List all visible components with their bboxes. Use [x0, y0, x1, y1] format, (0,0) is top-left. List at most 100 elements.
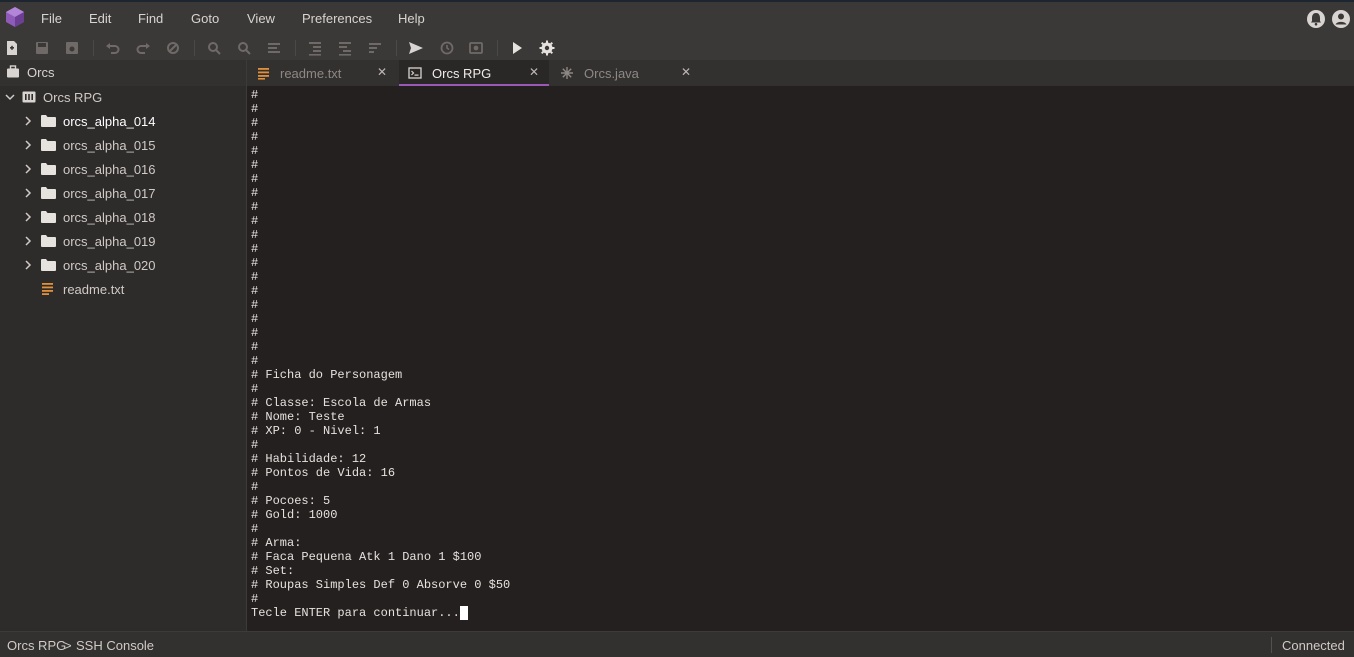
console-line: # — [251, 284, 259, 298]
chevron-right-icon[interactable] — [21, 258, 35, 272]
tree-folder-label: orcs_alpha_019 — [63, 234, 156, 249]
tab-orcs-rpg[interactable]: Orcs RPG ✕ — [399, 60, 549, 86]
find-next-icon[interactable] — [234, 38, 254, 58]
close-icon[interactable]: ✕ — [529, 65, 539, 79]
tree-folder-label: orcs_alpha_018 — [63, 210, 156, 225]
tree-folder-label: orcs_alpha_020 — [63, 258, 156, 273]
console-line: # Set: — [251, 564, 295, 578]
chevron-right-icon[interactable] — [21, 138, 35, 152]
folder-icon — [41, 163, 56, 175]
folder-icon — [41, 115, 56, 127]
tree-folder-row[interactable]: orcs_alpha_014 — [0, 110, 246, 132]
tree-file-row[interactable]: readme.txt — [0, 278, 246, 300]
tree-folder-label: orcs_alpha_017 — [63, 186, 156, 201]
history-icon[interactable] — [437, 38, 457, 58]
menu-edit[interactable]: Edit — [89, 11, 111, 26]
console-line: # — [251, 242, 259, 256]
menu-view[interactable]: View — [247, 11, 275, 26]
console-line: # — [251, 270, 259, 284]
outdent-icon[interactable] — [335, 38, 355, 58]
toolbar-divider — [396, 40, 397, 56]
tree-folder-row[interactable]: orcs_alpha_015 — [0, 134, 246, 156]
console-prompt: Tecle ENTER para continuar... — [251, 606, 460, 620]
menu-preferences[interactable]: Preferences — [302, 11, 372, 26]
tab-readme[interactable]: readme.txt ✕ — [247, 60, 397, 86]
sidebar-title: Orcs — [27, 65, 55, 80]
replace-icon[interactable] — [264, 38, 284, 58]
close-icon[interactable]: ✕ — [681, 65, 691, 79]
ssh-console[interactable]: # # # # # # # # # # # # # # # # # # # # # Ficha do Personage… — [247, 86, 1354, 631]
indent-icon[interactable] — [305, 38, 325, 58]
breadcrumb-project[interactable]: Orcs RPG — [7, 638, 66, 653]
console-line: # Gold: 1000 — [251, 508, 338, 522]
console-line: # — [251, 522, 259, 536]
folder-icon — [41, 139, 56, 151]
revert-icon[interactable] — [163, 38, 183, 58]
console-line: # Pontos de Vida: 16 — [251, 466, 396, 480]
find-icon[interactable] — [204, 38, 224, 58]
console-line: # Faca Pequena Atk 1 Dano 1 $100 — [251, 550, 482, 564]
sort-icon[interactable] — [365, 38, 385, 58]
redo-icon[interactable] — [133, 38, 153, 58]
folder-icon — [41, 211, 56, 223]
save-icon[interactable] — [32, 38, 52, 58]
console-line: # — [251, 144, 259, 158]
undo-icon[interactable] — [103, 38, 123, 58]
app-logo-icon — [6, 7, 24, 27]
chevron-right-icon[interactable] — [21, 234, 35, 248]
toolbar-divider — [93, 40, 94, 56]
text-cursor — [459, 606, 468, 620]
run-icon[interactable] — [507, 38, 527, 58]
console-line: # — [251, 438, 259, 452]
chevron-right-icon[interactable] — [21, 210, 35, 224]
terminal-icon — [408, 67, 422, 79]
breadcrumb-view[interactable]: SSH Console — [76, 638, 154, 653]
console-line: # — [251, 256, 259, 270]
tree-folder-row[interactable]: orcs_alpha_019 — [0, 230, 246, 252]
menu-help[interactable]: Help — [398, 11, 425, 26]
chevron-right-icon[interactable] — [21, 162, 35, 176]
menu-goto[interactable]: Goto — [191, 11, 219, 26]
settings-icon[interactable] — [537, 38, 557, 58]
tree-folder-row[interactable]: orcs_alpha_018 — [0, 206, 246, 228]
chevron-down-icon[interactable] — [3, 90, 17, 104]
tab-label: Orcs.java — [584, 66, 639, 81]
folder-icon — [41, 259, 56, 271]
menu-file[interactable]: File — [41, 11, 62, 26]
console-output: # # # # # # # # # # # # # # # # # # # # # Ficha do Personage… — [251, 88, 510, 620]
console-line: # — [251, 130, 259, 144]
send-icon[interactable] — [406, 38, 426, 58]
save-all-icon[interactable] — [62, 38, 82, 58]
chevron-right-icon[interactable] — [21, 114, 35, 128]
menu-find[interactable]: Find — [138, 11, 163, 26]
tab-orcs-java[interactable]: Orcs.java ✕ — [551, 60, 701, 86]
new-file-icon[interactable] — [2, 38, 22, 58]
tree-folder-row[interactable]: orcs_alpha_017 — [0, 182, 246, 204]
console-line: # Habilidade: 12 — [251, 452, 367, 466]
tab-label: Orcs RPG — [432, 66, 492, 81]
tree-folder-row[interactable]: orcs_alpha_016 — [0, 158, 246, 180]
console-line: # — [251, 480, 259, 494]
menu-bar: File Edit Find Goto View Preferences Hel… — [0, 0, 1354, 36]
console-line: # — [251, 354, 259, 368]
console-line: # — [251, 214, 259, 228]
tree-folder-row[interactable]: orcs_alpha_020 — [0, 254, 246, 276]
screenshot-icon[interactable] — [466, 38, 486, 58]
console-line: # Classe: Escola de Armas — [251, 396, 432, 410]
tree-folder-label: orcs_alpha_014 — [63, 114, 156, 129]
console-line: # — [251, 88, 259, 102]
close-icon[interactable]: ✕ — [377, 65, 387, 79]
text-file-icon — [42, 283, 53, 295]
notifications-icon[interactable] — [1306, 9, 1326, 29]
chevron-right-icon[interactable] — [21, 186, 35, 200]
folder-icon — [41, 235, 56, 247]
console-line: # Ficha do Personagem — [251, 368, 403, 382]
tab-bar: readme.txt ✕ Orcs RPG ✕ Orcs.java ✕ — [247, 60, 1354, 86]
tree-project-root[interactable]: Orcs RPG — [0, 86, 246, 108]
account-icon[interactable] — [1331, 9, 1351, 29]
console-line: # Arma: — [251, 536, 302, 550]
console-line: # — [251, 312, 259, 326]
console-line: # — [251, 102, 259, 116]
toolbar-divider — [194, 40, 195, 56]
toolbar-divider — [295, 40, 296, 56]
